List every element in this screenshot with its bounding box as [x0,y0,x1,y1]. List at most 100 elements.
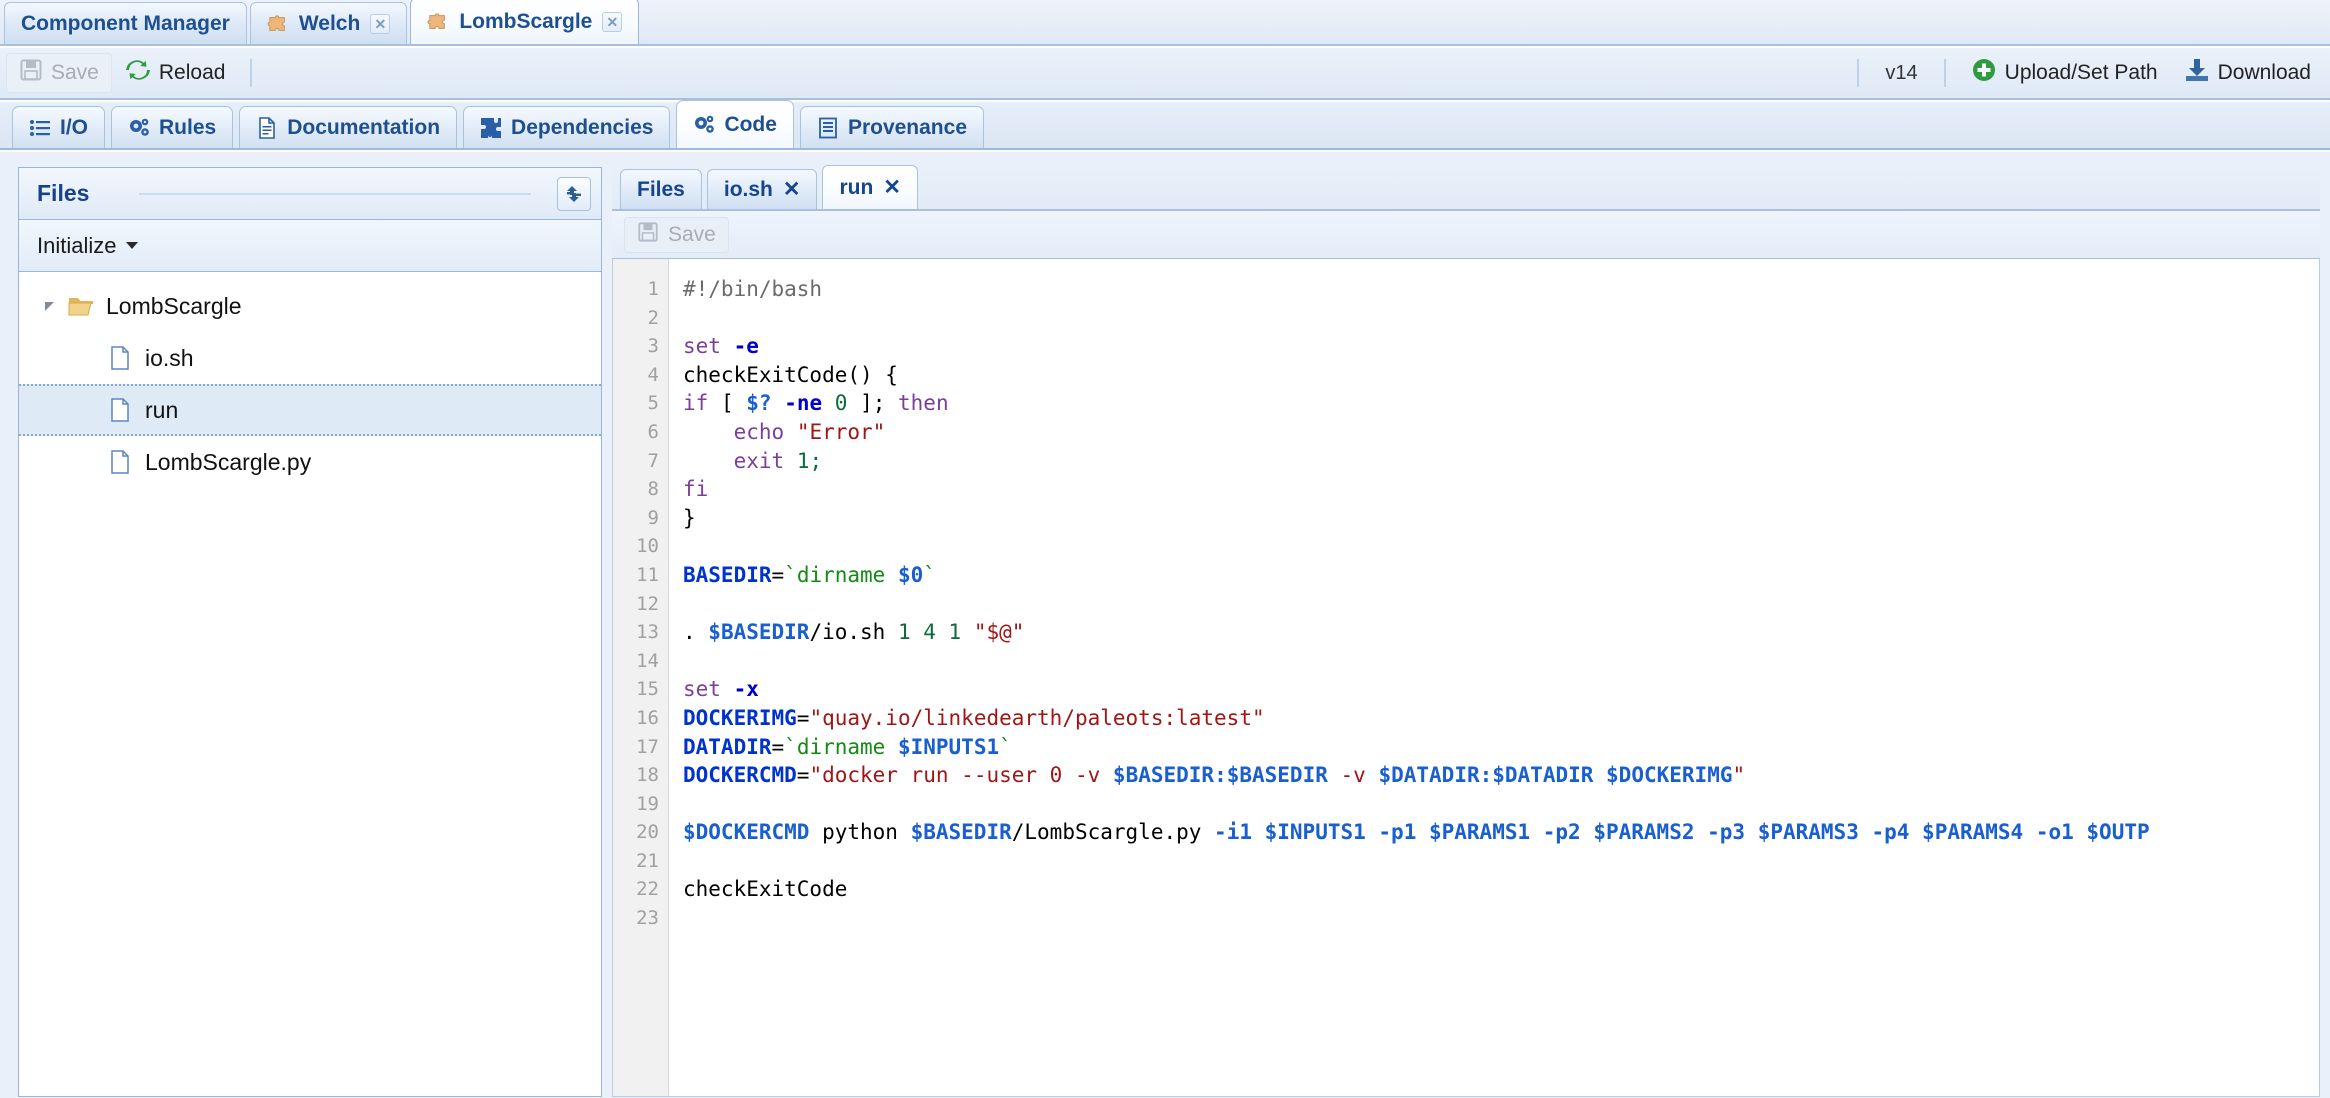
download-icon [2184,57,2210,89]
editor-tab-files[interactable]: Files [620,169,702,209]
close-icon[interactable]: ✕ [783,177,801,202]
tab-provenance-label: Provenance [847,115,967,139]
code-token: -ne [784,391,823,416]
code-token: $0 [897,562,924,587]
tab-provenance[interactable]: Provenance [799,106,984,148]
code-token: $BASEDIR:$BASEDIR [1112,763,1328,788]
code-token: /LombScargle.py [1011,820,1215,845]
code-editor-area[interactable]: 1 2 3 4 5 6 7 8 9 10 11 12 13 14 15 16 17 18 19 20 21 22 23 #!… [612,259,2320,1097]
expand-triangle-icon[interactable] [45,301,54,311]
close-icon[interactable]: ✕ [370,13,391,34]
line-number: 19 [636,792,659,815]
tab-code[interactable]: Code [676,100,794,148]
window-tab-component-manager[interactable]: Component Manager [4,2,247,44]
window-tab-lombscargle[interactable]: LombScargle ✕ [410,0,640,44]
code-line: set -x [683,675,2319,704]
tree-item-lombscargle-py[interactable]: LombScargle.py [19,436,601,488]
code-token: set [683,334,721,359]
tree-item-lombscargle-folder[interactable]: LombScargle [19,280,601,332]
code-token: fi [683,477,709,502]
code-line: DOCKERCMD="docker run --user 0 -v $BASED… [683,761,2319,790]
tab-documentation-label: Documentation [287,115,441,139]
code-token: " [1732,763,1746,788]
editor-tab-run[interactable]: run ✕ [822,165,918,209]
code-editor-panel: Files io.sh ✕ run ✕ Save 1 2 3 4 5 6 7 8… [612,165,2320,1097]
tab-rules[interactable]: Rules [111,106,234,148]
tab-io[interactable]: I/O [12,106,106,148]
window-tab-label: Welch [298,11,361,35]
download-button-label: Download [2217,61,2311,84]
code-token: checkExitCode [683,877,848,902]
refresh-icon [125,58,151,88]
tab-dependencies-label: Dependencies [511,115,654,139]
code-token: -v [1340,763,1366,788]
reload-button[interactable]: Reload [112,53,239,93]
tree-item-label: LombScargle.py [145,448,312,475]
editor-tab-io-sh[interactable]: io.sh ✕ [706,169,818,209]
code-token: = [796,763,810,788]
code-token: -e [733,334,759,359]
file-tree: LombScargle io.sh run LombScargle.py [19,272,601,1096]
records-icon [817,117,839,139]
line-number: 20 [636,821,659,844]
plus-circle-icon [1971,57,1997,89]
toolbar-separator-version-left [1857,59,1860,87]
component-toolbar: Save Reload v14 Upload/Set Path Download [0,48,2330,100]
editor-save-button[interactable]: Save [624,216,729,253]
code-content[interactable]: #!/bin/bash set -e checkExitCode() {if [ … [669,259,2319,1096]
code-token: = [771,562,785,587]
line-number: 21 [636,849,659,872]
save-button-label: Save [51,61,99,84]
toolbar-separator-version-right [1943,59,1946,87]
editor-toolbar: Save [612,211,2320,259]
line-number: 10 [636,535,659,558]
editor-tab-strip: Files io.sh ✕ run ✕ [612,165,2320,211]
window-tab-welch[interactable]: Welch ✕ [249,2,408,44]
code-token: 1; [796,448,823,473]
code-token: "docker run [809,763,962,788]
close-icon[interactable]: ✕ [602,11,623,32]
line-number: 17 [636,735,659,758]
save-button[interactable]: Save [6,53,112,93]
floppy-disk-icon [637,221,659,249]
line-number: 4 [647,363,659,386]
code-line: #!/bin/bash [683,275,2319,304]
code-line: $DOCKERCMD python $BASEDIR/LombScargle.p… [683,818,2319,847]
gears-icon [128,117,150,139]
tab-dependencies[interactable]: Dependencies [463,106,671,148]
tab-documentation[interactable]: Documentation [239,106,458,148]
code-token: "quay.io/linkedearth/paleots:latest" [809,705,1265,730]
tree-item-label: LombScargle [106,292,242,319]
close-icon[interactable]: ✕ [883,175,901,200]
code-line: checkExitCode [683,875,2319,904]
upload-set-path-button[interactable]: Upload/Set Path [1958,53,2171,93]
refresh-arrows-icon[interactable] [557,176,591,211]
code-token: -x [733,677,759,702]
upload-set-path-label: Upload/Set Path [2004,61,2158,84]
tree-item-io-sh[interactable]: io.sh [19,332,601,384]
code-line: } [683,504,2319,533]
caret-down-icon [126,242,139,249]
code-token: $BASEDIR [708,620,810,645]
puzzle-icon [427,12,449,32]
code-token: 0 [1037,763,1075,788]
download-button[interactable]: Download [2171,53,2324,93]
editor-tab-label: Files [637,177,685,201]
files-filter-dropdown[interactable]: Initialize [19,220,601,272]
tree-item-run[interactable]: run [19,384,601,436]
line-number: 15 [636,678,659,701]
line-number: 13 [636,621,659,644]
code-line: checkExitCode() { [683,361,2319,390]
reload-button-label: Reload [158,61,226,84]
code-token: "$@" [973,620,1025,645]
code-token: #!/bin/bash [683,277,823,301]
